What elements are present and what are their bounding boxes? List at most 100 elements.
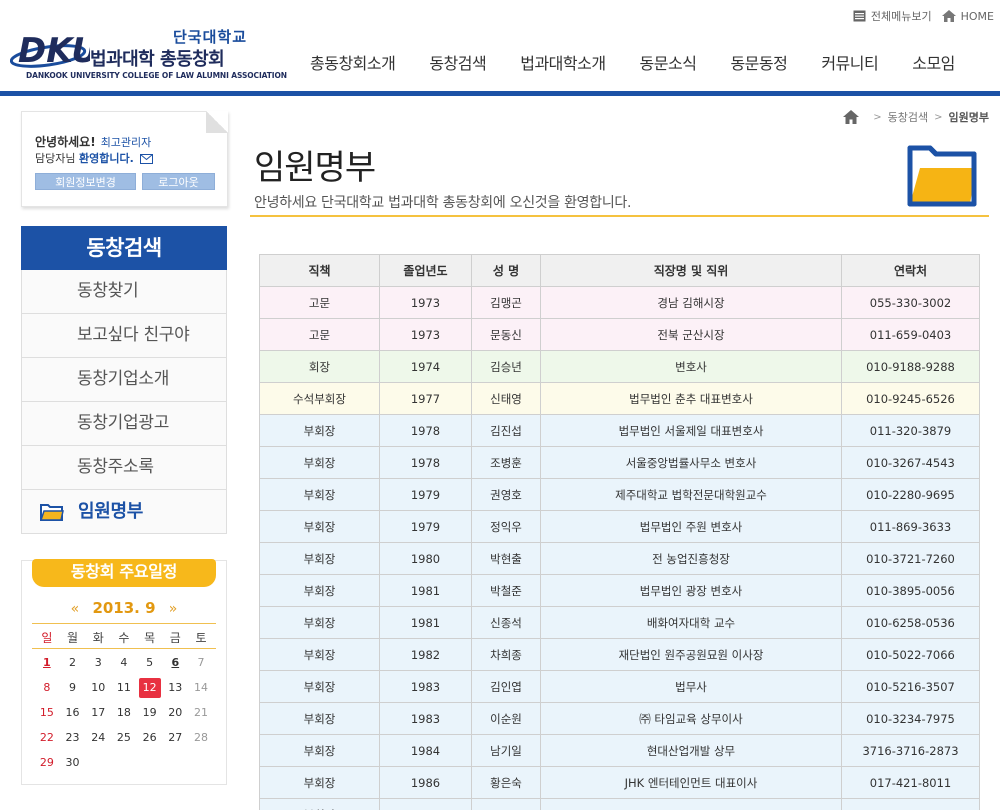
cell-workplace: 변호사 xyxy=(540,350,842,383)
calendar-day[interactable]: 3 xyxy=(85,656,111,669)
calendar-day[interactable]: 19 xyxy=(137,706,163,719)
calendar-day[interactable]: 14 xyxy=(188,681,214,694)
nav-item-news[interactable]: 동문소식 xyxy=(623,50,714,74)
calendar-day[interactable]: 11 xyxy=(111,681,137,694)
calendar-week-row: 29 30 xyxy=(34,750,214,775)
sidebar-item-officers[interactable]: 임원명부 xyxy=(21,490,227,534)
nav-item-alumni-search[interactable]: 동창검색 xyxy=(412,50,503,74)
home-icon xyxy=(941,10,956,22)
cell-contact: 010-6258-0536 xyxy=(841,606,980,639)
cell-grad-year xyxy=(379,798,472,810)
calendar-day[interactable]: 22 xyxy=(34,731,60,744)
sidebar-item-find-alumni[interactable]: 동창찾기 xyxy=(21,270,227,314)
calendar-day[interactable]: 18 xyxy=(111,706,137,719)
calendar-day-number: 18 xyxy=(116,706,131,719)
home-icon[interactable] xyxy=(843,110,860,124)
breadcrumb-section[interactable]: 동창검색 xyxy=(888,109,928,125)
calendar-day-number: 21 xyxy=(193,706,208,719)
cell-position: 부회장 xyxy=(259,574,380,607)
home-link[interactable]: HOME xyxy=(961,10,994,23)
chevron-right-icon: > xyxy=(873,111,882,123)
nav-item-college-intro[interactable]: 법과대학소개 xyxy=(503,50,622,74)
calendar-day-number: 23 xyxy=(65,731,80,744)
site-logo[interactable]: DKU 단국대학교 법과대학 총동창회 DANKOOK UNIVERSITY C… xyxy=(10,24,287,84)
logo-association-name: 법과대학 총동창회 xyxy=(90,49,225,70)
cell-name: 이순원 xyxy=(471,702,541,735)
sidebar-item-miss-you-friend[interactable]: 보고싶다 친구야 xyxy=(21,314,227,358)
cell-position: 부회장 xyxy=(259,542,380,575)
calendar-day[interactable]: 25 xyxy=(111,731,137,744)
breadcrumb: > 동창검색 > 임원명부 xyxy=(843,109,989,125)
cell-grad-year: 1983 xyxy=(379,670,472,703)
calendar-day[interactable]: 9 xyxy=(60,681,86,694)
calendar-day-number: 10 xyxy=(91,681,106,694)
calendar-day[interactable]: 21 xyxy=(188,706,214,719)
calendar-day-number: 17 xyxy=(91,706,106,719)
calendar-day[interactable]: 5 xyxy=(137,656,163,669)
calendar-day[interactable]: 26 xyxy=(137,731,163,744)
calendar-day[interactable]: 28 xyxy=(188,731,214,744)
calendar-day[interactable]: 23 xyxy=(60,731,86,744)
calendar-day[interactable]: 1 xyxy=(34,656,60,669)
table-body: 고문 1973 김맹곤 경남 김해시장 055-330-3002 고문 1973 문동신 전북 … xyxy=(259,286,980,810)
calendar-day-number: 4 xyxy=(120,656,128,669)
cell-workplace: 배화여자대학 교수 xyxy=(540,606,842,639)
prev-month-button[interactable]: « xyxy=(63,601,88,617)
edit-profile-button[interactable]: 회원정보변경 xyxy=(35,173,136,190)
cell-contact: 010-5022-7066 xyxy=(841,638,980,671)
weekday-sun: 일 xyxy=(41,631,53,645)
calendar-day[interactable]: 20 xyxy=(162,706,188,719)
calendar-day[interactable]: 10 xyxy=(85,681,111,694)
cell-position: 고문 xyxy=(259,286,380,319)
table-row: 부회장 1983 김인엽 법무사 010-5216-3507 xyxy=(259,670,980,703)
calendar-day[interactable]: 8 xyxy=(34,681,60,694)
sidebar-item-address-book[interactable]: 동창주소록 xyxy=(21,446,227,490)
table-row: 회장 1974 김승년 변호사 010-9188-9288 xyxy=(259,350,980,383)
nav-item-activities[interactable]: 동문동정 xyxy=(713,50,804,74)
cell-workplace: 법무법인 춘추 대표변호사 xyxy=(540,382,842,415)
cell-name: 신종석 xyxy=(471,606,541,639)
sitemap-link[interactable]: 전체메뉴보기 xyxy=(871,8,932,24)
next-month-button[interactable]: » xyxy=(161,601,186,617)
cell-position: 부회장 xyxy=(259,702,380,735)
calendar-day[interactable]: 6 xyxy=(162,656,188,669)
calendar-day[interactable]: 2 xyxy=(60,656,86,669)
sitemap-icon xyxy=(853,10,866,22)
sidebar-item-company-intro[interactable]: 동창기업소개 xyxy=(21,358,227,402)
schedule-calendar: 동창회 주요일정 « 2013. 9 » 일 월 화 수 목 금 토 12345… xyxy=(21,559,227,785)
cell-position: 부회장 xyxy=(259,606,380,639)
nav-item-about[interactable]: 총동창회소개 xyxy=(290,50,412,74)
calendar-day[interactable]: 15 xyxy=(34,706,60,719)
cell-position: 부회장 xyxy=(259,734,380,767)
calendar-day[interactable]: 27 xyxy=(162,731,188,744)
cell-grad-year: 1983 xyxy=(379,702,472,735)
nav-item-community[interactable]: 커뮤니티 xyxy=(804,50,895,74)
sidebar-item-officers-label: 임원명부 xyxy=(78,501,144,522)
cell-workplace: JHK 엔터테인먼트 대표이사 xyxy=(540,766,842,799)
cell-grad-year: 1979 xyxy=(379,510,472,543)
sidebar-item-company-ads[interactable]: 동창기업광고 xyxy=(21,402,227,446)
calendar-day-number: 7 xyxy=(197,656,205,669)
table-row: 고문 1973 김맹곤 경남 김해시장 055-330-3002 xyxy=(259,286,980,319)
table-row: 부회장 1983 이순원 ㈜ 타임교육 상무이사 010-3234-7975 xyxy=(259,702,980,735)
cell-grad-year: 1978 xyxy=(379,414,472,447)
header-divider xyxy=(0,91,1000,96)
calendar-day[interactable]: 7 xyxy=(188,656,214,669)
calendar-day-today[interactable]: 12 xyxy=(137,677,163,698)
officers-table-container: 직책 졸업년도 성 명 직장명 및 직위 연락처 고문 1973 김맹곤 경남 김해시… xyxy=(259,254,980,810)
mail-icon[interactable] xyxy=(140,154,154,164)
calendar-day-number: 15 xyxy=(39,706,54,719)
calendar-day[interactable]: 13 xyxy=(162,681,188,694)
calendar-day[interactable]: 16 xyxy=(60,706,86,719)
calendar-day[interactable]: 29 xyxy=(34,756,60,769)
calendar-day[interactable]: 30 xyxy=(60,756,86,769)
calendar-day[interactable]: 24 xyxy=(85,731,111,744)
calendar-day[interactable]: 4 xyxy=(111,656,137,669)
folder-icon xyxy=(907,145,977,207)
cell-workplace: 전 농업진흥청장 xyxy=(540,542,842,575)
cell-name: 김승년 xyxy=(471,350,541,383)
cell-grad-year: 1973 xyxy=(379,318,472,351)
calendar-day[interactable]: 17 xyxy=(85,706,111,719)
nav-item-groups[interactable]: 소모임 xyxy=(895,50,972,74)
logout-button[interactable]: 로그아웃 xyxy=(142,173,215,190)
